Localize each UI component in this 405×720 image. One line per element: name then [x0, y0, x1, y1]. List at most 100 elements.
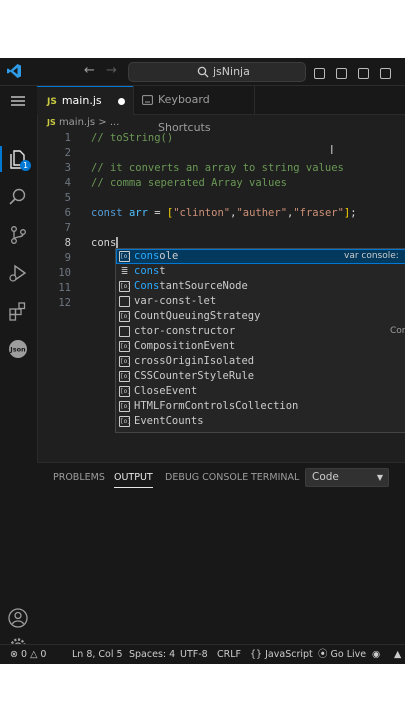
output-channel-select[interactable]: Code ▼ — [305, 468, 389, 487]
forward-arrow-icon[interactable]: → — [106, 63, 117, 79]
error-icon: ⊗ — [10, 649, 18, 660]
line-number: 2 — [64, 147, 71, 159]
snippet-icon — [119, 326, 130, 337]
encoding[interactable]: UTF-8 — [180, 645, 208, 664]
suggestion-item[interactable]: ≣ const — [116, 264, 405, 279]
suggestion-label: CountQueuingStrategy — [134, 310, 261, 322]
breadcrumb-file[interactable]: main.js — [59, 117, 95, 128]
search-icon[interactable] — [7, 186, 29, 208]
suggestion-label: EventCounts — [134, 415, 204, 427]
tab-output[interactable]: OUTPUT — [114, 472, 153, 488]
breadcrumb: JS main.js > ... — [47, 115, 119, 131]
vscode-logo-icon — [7, 64, 21, 78]
suggestion-item[interactable]: [o] CountQueuingStrategy — [116, 309, 405, 324]
suggestion-item[interactable]: ctor-constructor Con — [116, 324, 405, 339]
suggestion-item[interactable]: [o] CompositionEvent — [116, 339, 405, 354]
explorer-badge: 1 — [20, 160, 31, 171]
tab-problems[interactable]: PROBLEMS — [53, 472, 105, 483]
suggestion-label: CloseEvent — [134, 385, 198, 397]
run-debug-icon[interactable] — [7, 262, 29, 284]
line-number: 3 — [64, 162, 71, 174]
notifications-bell-icon[interactable]: ▲ — [394, 645, 401, 664]
variable-icon: [o] — [119, 281, 131, 292]
unsaved-dot-icon[interactable] — [118, 98, 125, 105]
customize-layout-icon[interactable] — [380, 68, 392, 79]
tab-debug-console[interactable]: DEBUG CONSOLE — [165, 472, 248, 483]
code-text: cons — [91, 236, 118, 250]
suggestion-item[interactable]: [o] console var console: — [116, 249, 405, 264]
problems-status[interactable]: ⊗ 0 △ 0 — [10, 645, 46, 664]
variable-icon: [o] — [119, 416, 131, 427]
suggestion-label: ConstantSourceNode — [134, 280, 248, 292]
breadcrumb-symbols[interactable]: ... — [110, 117, 120, 128]
error-count: 0 — [21, 649, 28, 660]
output-channel-value: Code — [312, 471, 339, 483]
warning-count: 0 — [40, 649, 47, 660]
mouse-ibeam-cursor: I — [330, 143, 334, 157]
suggestion-item[interactable]: [o] crossOriginIsolated — [116, 354, 405, 369]
source-control-icon[interactable] — [7, 224, 29, 246]
editor-tabs: JS main.js Keyboard Shortcuts — [37, 86, 405, 134]
go-live-label: Go Live — [330, 649, 367, 660]
toggle-primary-sidebar-icon[interactable] — [314, 68, 325, 79]
variable-icon: [o] — [119, 356, 131, 367]
language-mode[interactable]: {} JavaScript — [250, 645, 313, 664]
code-line[interactable]: 7 — [37, 221, 405, 236]
line-number: 4 — [64, 177, 71, 189]
tab-terminal[interactable]: TERMINAL — [251, 472, 299, 483]
suggestion-label: ctor-constructor — [134, 325, 236, 337]
line-number: 10 — [58, 267, 71, 279]
copilot-icon[interactable]: ◉ — [372, 645, 380, 664]
warning-icon: △ — [30, 649, 38, 660]
suggestion-item[interactable]: [o] CloseEvent — [116, 384, 405, 399]
suggestion-label: CSSCounterStyleRule — [134, 370, 255, 382]
suggestion-detail: var console: — [344, 251, 399, 261]
tab-keyboard-shortcuts[interactable]: Keyboard Shortcuts — [133, 86, 255, 134]
code-text: // toString() — [91, 132, 174, 144]
go-live-button[interactable]: ⦿ Go Live — [318, 645, 366, 664]
snippet-icon — [119, 296, 130, 307]
end-of-line[interactable]: CRLF — [217, 645, 241, 664]
line-number: 9 — [64, 252, 71, 264]
bottom-panel: PROBLEMS OUTPUT DEBUG CONSOLE TERMINAL C… — [37, 462, 405, 655]
suggestion-item[interactable]: [o] CSSCounterStyleRule — [116, 369, 405, 384]
tab-main-js[interactable]: JS main.js — [37, 86, 133, 115]
code-line[interactable]: 3 // it converts an array to string value… — [37, 161, 405, 176]
code-line[interactable]: 6 const arr = ["clinton","auther","fraser… — [37, 206, 405, 221]
back-arrow-icon[interactable]: ← — [84, 63, 95, 79]
suggestion-label: crossOriginIsolated — [134, 355, 255, 367]
code-line[interactable]: 2 — [37, 146, 405, 161]
suggestion-item[interactable]: [o] ConstantSourceNode — [116, 279, 405, 294]
variable-icon: [o] — [119, 311, 131, 322]
js-file-icon: JS — [47, 97, 57, 107]
code-line[interactable]: 4 // comma seperated Array values — [37, 176, 405, 191]
variable-icon: [o] — [119, 251, 131, 262]
extensions-icon[interactable] — [7, 300, 29, 322]
status-bar: ⊗ 0 △ 0 Ln 8, Col 5 Spaces: 4 UTF-8 CRLF… — [0, 644, 405, 664]
code-text: // it converts an array to string values — [91, 162, 344, 174]
code-line[interactable]: 5 — [37, 191, 405, 206]
active-indicator — [0, 146, 2, 172]
autocomplete-suggestions: [o] console var console: ≣ const [o] ConstantS… — [115, 248, 405, 433]
code-text: const arr = ["clinton","auther","fraser"… — [91, 207, 357, 219]
menu-icon[interactable] — [7, 90, 29, 112]
indentation[interactable]: Spaces: 4 — [129, 645, 175, 664]
account-icon[interactable] — [7, 607, 29, 629]
code-line[interactable]: 1 // toString() — [37, 131, 405, 146]
suggestion-item[interactable]: [o] HTMLFormControlsCollection — [116, 399, 405, 414]
cursor-position[interactable]: Ln 8, Col 5 — [72, 645, 123, 664]
variable-icon: [o] — [119, 386, 131, 397]
line-number: 1 — [64, 132, 71, 144]
layout-controls — [314, 64, 397, 83]
json-extension-icon[interactable]: Json — [7, 338, 29, 360]
language-label: JavaScript — [265, 649, 313, 660]
title-bar: ← → jsNinja — [0, 58, 405, 86]
toggle-secondary-sidebar-icon[interactable] — [358, 68, 370, 79]
toggle-panel-icon[interactable] — [336, 68, 348, 79]
suggestion-item[interactable]: [o] EventCounts — [116, 414, 405, 429]
variable-icon: [o] — [119, 371, 131, 382]
suggestion-item[interactable]: var-const-let — [116, 294, 405, 309]
suggestion-label: console — [134, 250, 179, 262]
command-center-search[interactable]: jsNinja — [128, 62, 306, 82]
line-number: 5 — [64, 192, 71, 204]
